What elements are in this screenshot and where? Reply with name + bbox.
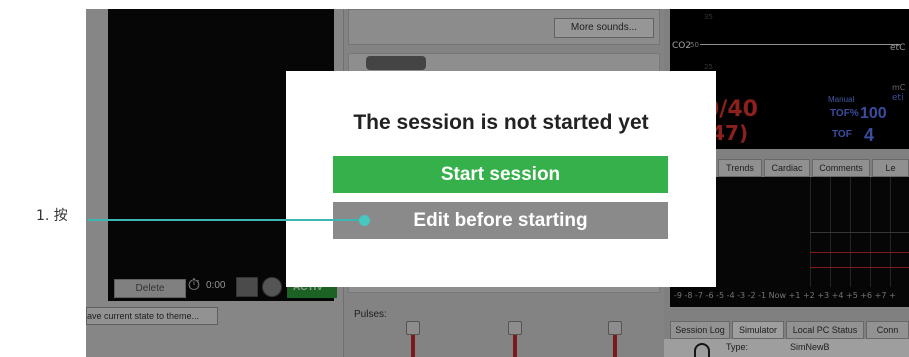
pulse-handle[interactable] (406, 321, 420, 335)
pulse-handle[interactable] (608, 321, 622, 335)
scale-mid: 50 (690, 41, 699, 49)
tab-trends[interactable]: Trends (718, 159, 762, 177)
tab-connection[interactable]: Conn (866, 321, 909, 339)
stop-button[interactable] (262, 277, 282, 297)
tab-le[interactable]: Le (872, 159, 909, 177)
pulse-rod (411, 335, 415, 357)
more-sounds-button[interactable]: More sounds... (554, 18, 654, 38)
scale-low: 25 (704, 63, 713, 71)
pulse-handle[interactable] (508, 321, 522, 335)
eti-label: eti (892, 93, 904, 103)
dialog-title: The session is not started yet (353, 111, 649, 134)
sounds-box: More sounds... (348, 9, 660, 45)
scale-top: 35 (704, 13, 713, 21)
co2-trace (700, 44, 900, 45)
simulator-info: Type: SimNewB (664, 339, 909, 357)
time-axis: -9 -8 -7 -6 -5 -4 -3 -2 -1 Now +1 +2 +3 … (674, 291, 896, 300)
pulse-rod (613, 335, 617, 357)
tof-percent-value: 100 (860, 105, 887, 122)
pulse-rod (513, 335, 517, 357)
session-not-started-dialog: The session is not started yet Start ses… (286, 71, 716, 287)
manual-label: Manual (828, 95, 855, 104)
log-tabs: Session Log Simulator Local PC Status Co… (664, 321, 909, 339)
panel-handle (366, 56, 426, 70)
start-session-button[interactable]: Start session (333, 156, 668, 193)
tab-comments[interactable]: Comments (812, 159, 870, 177)
trend-line (810, 267, 909, 268)
trend-line (810, 232, 909, 233)
stopwatch-icon: ⏱ (187, 277, 201, 294)
etco2-label: etC (890, 43, 906, 53)
callout-dot (359, 215, 370, 226)
tof-label: TOF (832, 129, 852, 140)
timer-value: 0:00 (206, 280, 226, 291)
mc-label: mC (892, 83, 906, 92)
callout-label: 1. 按 (36, 208, 68, 224)
tab-cardiac[interactable]: Cardiac (764, 159, 810, 177)
tab-local-pc-status[interactable]: Local PC Status (786, 321, 864, 339)
edit-before-starting-button[interactable]: Edit before starting (333, 202, 668, 239)
save-to-theme-button[interactable]: Save current state to theme... (86, 307, 218, 325)
callout-line (88, 219, 366, 221)
pulses-label: Pulses: (354, 309, 387, 320)
tab-session-log[interactable]: Session Log (670, 321, 730, 339)
trend-line (810, 252, 909, 253)
simulator-icon (694, 343, 710, 357)
type-value: SimNewB (790, 342, 830, 352)
type-label: Type: (726, 342, 749, 352)
delete-button[interactable]: Delete (114, 279, 186, 298)
tab-simulator[interactable]: Simulator (732, 321, 784, 339)
tof-value: 4 (864, 125, 875, 145)
pause-button[interactable] (236, 277, 258, 297)
co2-label: CO2 (672, 41, 692, 51)
tof-percent-label: TOF% (830, 108, 859, 119)
